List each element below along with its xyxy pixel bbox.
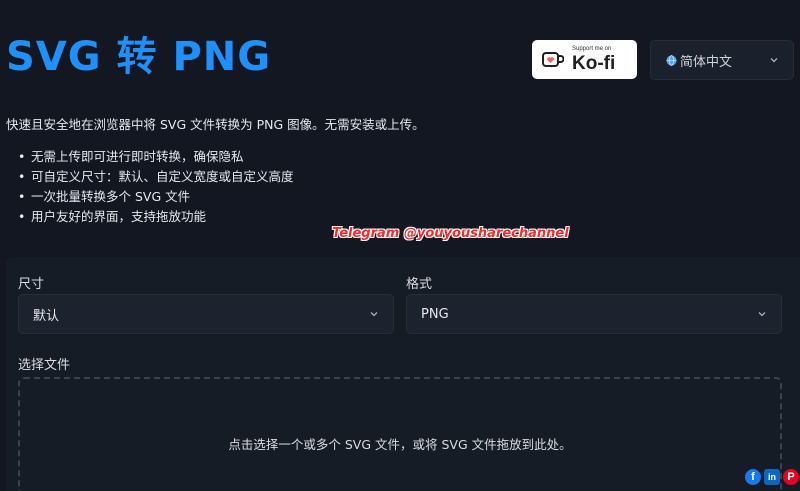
page-title: SVG 转 PNG (6, 34, 272, 80)
language-select-value: 简体中文 (680, 54, 733, 70)
description-text: 快速且安全地在浏览器中将 SVG 文件转换为 PNG 图像。无需安装或上传。 (6, 117, 425, 132)
telegram-watermark: Telegram @youyousharechannel (332, 226, 569, 241)
feature-item: 用户友好的界面，支持拖放功能 (18, 207, 294, 227)
coffee-cup-icon (542, 51, 564, 67)
format-select[interactable]: PNG (406, 294, 782, 334)
feature-list: 无需上传即可进行即时转换，确保隐私 可自定义尺寸：默认、自定义宽度或自定义高度 … (18, 147, 294, 227)
chevron-down-icon (770, 58, 778, 63)
file-dropzone[interactable]: 点击选择一个或多个 SVG 文件，或将 SVG 文件拖放到此处。 (18, 377, 782, 491)
feature-item: 无需上传即可进行即时转换，确保隐私 (18, 147, 294, 167)
feature-item: 一次批量转换多个 SVG 文件 (18, 187, 294, 207)
globe-icon (666, 54, 677, 66)
format-select-value: PNG (421, 306, 449, 322)
size-select-value: 默认 (33, 308, 60, 324)
size-select[interactable]: 默认 (18, 294, 394, 334)
linkedin-share-icon[interactable]: in (764, 469, 780, 485)
dropzone-text: 点击选择一个或多个 SVG 文件，或将 SVG 文件拖放到此处。 (228, 437, 572, 452)
facebook-share-icon[interactable]: f (745, 469, 761, 485)
file-label: 选择文件 (18, 358, 71, 373)
chevron-down-icon (370, 312, 378, 317)
kofi-support-text: Support me on (572, 46, 612, 52)
kofi-text: Support me on Ko-fi (572, 46, 615, 73)
pinterest-share-icon[interactable]: P (783, 469, 799, 485)
size-label: 尺寸 (18, 277, 45, 292)
page: SVG 转 PNG Support me on Ko-fi 简体中文 快速且安全… (0, 0, 800, 491)
language-select[interactable]: 简体中文 (650, 40, 794, 80)
feature-item: 可自定义尺寸：默认、自定义宽度或自定义高度 (18, 167, 294, 187)
kofi-support-button[interactable]: Support me on Ko-fi (532, 40, 637, 79)
format-label: 格式 (406, 277, 433, 292)
kofi-name: Ko-fi (572, 53, 616, 74)
chevron-down-icon (758, 312, 766, 317)
